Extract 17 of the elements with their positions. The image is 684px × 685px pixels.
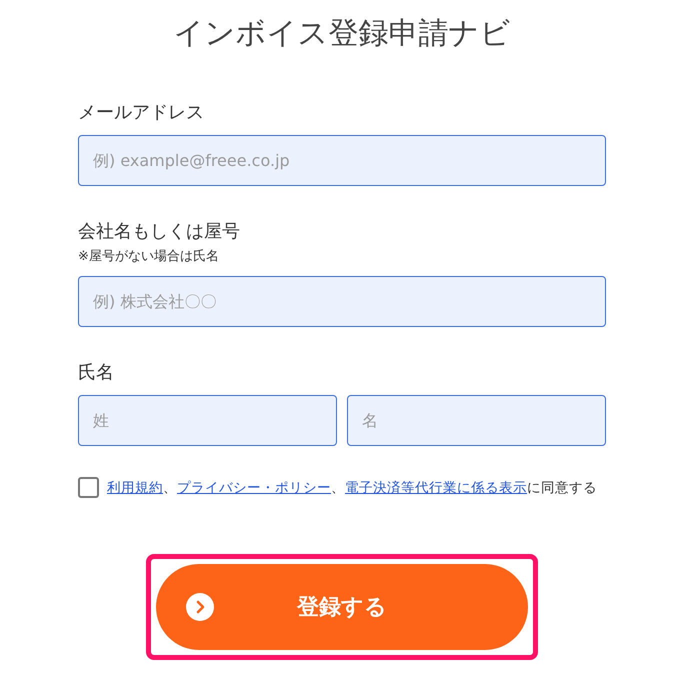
agreement-text: 、 <box>331 478 345 498</box>
field-note: ※屋号がない場合は氏名 <box>78 248 220 266</box>
input-field[interactable]: 姓 <box>78 395 337 446</box>
agreement-text: 、 <box>163 478 177 498</box>
checkbox[interactable] <box>78 477 99 498</box>
field-label: メールアドレス <box>78 101 205 125</box>
agreement-text: に同意する <box>527 478 597 498</box>
field-label: 氏名 <box>78 361 115 385</box>
page-title: インボイス登録申請ナビ <box>174 15 510 53</box>
agreement-link[interactable]: 利用規約 <box>107 478 163 498</box>
input-field[interactable]: 名 <box>347 395 606 446</box>
input-field[interactable]: 例) example@freee.co.jp <box>78 135 606 186</box>
agreement-link[interactable]: 電子決済等代行業に係る表示 <box>345 478 527 498</box>
input-field[interactable]: 例) 株式会社〇〇 <box>78 276 606 327</box>
field-label: 会社名もしくは屋号 <box>78 220 241 244</box>
chevron-circle-icon <box>186 593 214 621</box>
agreement-link[interactable]: プライバシー・ポリシー <box>177 478 331 498</box>
